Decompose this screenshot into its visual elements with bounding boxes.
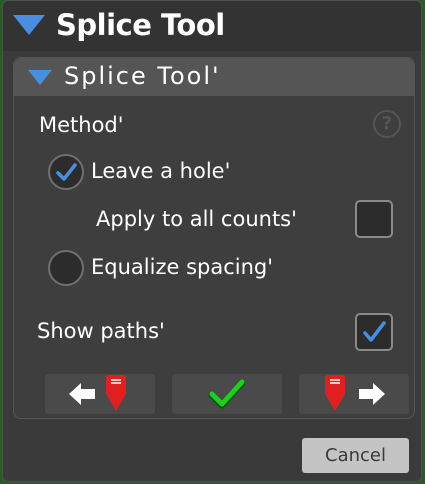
cancel-button[interactable]: Cancel — [302, 438, 409, 473]
splice-next-button[interactable] — [299, 374, 409, 414]
leave-a-hole-label[interactable]: Leave a hole' — [91, 159, 230, 183]
splice-previous-button[interactable] — [45, 374, 155, 414]
splice-tool-window: Splice Tool Splice Tool' Method' ? Leave… — [2, 0, 422, 482]
panel-header[interactable]: Splice Tool' — [14, 58, 414, 96]
show-paths-label[interactable]: Show paths' — [37, 319, 165, 343]
window-title: Splice Tool — [56, 8, 225, 42]
leave-a-hole-radio[interactable] — [48, 154, 84, 190]
apply-to-all-counts-label[interactable]: Apply to all counts' — [96, 207, 297, 231]
green-checkmark-icon — [208, 379, 246, 409]
checkbox-check-icon — [363, 321, 386, 342]
splice-tool-panel: Splice Tool' — [13, 57, 415, 419]
panel-collapse-arrow-icon[interactable] — [28, 70, 52, 85]
panel-title: Splice Tool' — [64, 62, 221, 90]
marker-arrow-right-icon — [325, 375, 385, 411]
collapse-arrow-icon[interactable] — [13, 15, 45, 35]
apply-to-all-counts-checkbox[interactable] — [355, 200, 393, 238]
equalize-spacing-radio[interactable] — [48, 250, 84, 286]
help-icon[interactable]: ? — [373, 110, 401, 138]
title-bar[interactable]: Splice Tool — [3, 1, 421, 51]
show-paths-checkbox[interactable] — [355, 313, 393, 351]
radio-check-icon — [56, 163, 77, 181]
arrow-left-marker-icon — [69, 375, 126, 411]
equalize-spacing-label[interactable]: Equalize spacing' — [91, 255, 273, 279]
confirm-button[interactable] — [172, 374, 282, 414]
method-label: Method' — [39, 113, 124, 137]
